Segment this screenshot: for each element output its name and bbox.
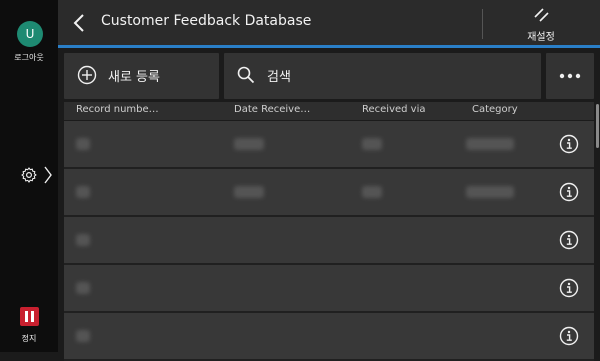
avatar[interactable]: U (17, 21, 43, 47)
plus-circle-icon (77, 65, 97, 85)
page-title: Customer Feedback Database (101, 13, 312, 29)
blurred-cell (76, 138, 90, 150)
header-divider (482, 9, 483, 39)
info-icon[interactable] (559, 326, 579, 346)
table-row[interactable] (64, 265, 594, 313)
search-button[interactable]: 검색 (224, 53, 541, 99)
column-header[interactable]: Received via (362, 104, 426, 115)
blurred-cell (76, 186, 90, 198)
blurred-cell (466, 186, 514, 198)
table-row[interactable] (64, 313, 594, 361)
stop-label: 정지 (21, 334, 37, 343)
column-header[interactable]: Record numbe… (76, 104, 159, 115)
header-accent-line (58, 45, 600, 48)
blurred-cell (234, 186, 264, 198)
search-icon (237, 66, 255, 84)
info-icon[interactable] (559, 278, 579, 298)
more-icon (559, 73, 581, 79)
search-label: 검색 (267, 70, 291, 85)
blurred-cell (362, 138, 382, 150)
blurred-cell (362, 186, 382, 198)
blurred-cell (234, 138, 264, 150)
reset-button[interactable]: 재설정 (520, 28, 562, 43)
chevron-right-icon[interactable] (43, 165, 53, 185)
blurred-cell (76, 234, 90, 246)
table-header: Record numbe… Date Receive… Received via… (64, 102, 594, 120)
info-icon[interactable] (559, 230, 579, 250)
gear-icon[interactable] (20, 166, 38, 184)
blurred-cell (76, 330, 90, 342)
table-row[interactable] (64, 217, 594, 265)
info-icon[interactable] (559, 134, 579, 154)
column-header[interactable]: Date Receive… (234, 104, 310, 115)
table-row[interactable] (64, 169, 594, 217)
left-rail: U 로그아웃 정지 (0, 0, 58, 352)
reset-icon[interactable] (531, 6, 551, 24)
more-options-button[interactable] (546, 53, 594, 99)
column-header[interactable]: Category (472, 104, 518, 115)
scrollbar[interactable] (596, 104, 599, 148)
blurred-cell (76, 282, 90, 294)
logout-label[interactable]: 로그아웃 (0, 52, 58, 63)
table-row[interactable] (64, 121, 594, 169)
new-entry-button[interactable]: 새로 등록 (64, 53, 219, 99)
info-icon[interactable] (559, 182, 579, 202)
new-entry-label: 새로 등록 (108, 70, 160, 85)
stop-button[interactable] (20, 307, 39, 326)
blurred-cell (466, 138, 514, 150)
back-arrow-icon[interactable] (72, 12, 86, 34)
